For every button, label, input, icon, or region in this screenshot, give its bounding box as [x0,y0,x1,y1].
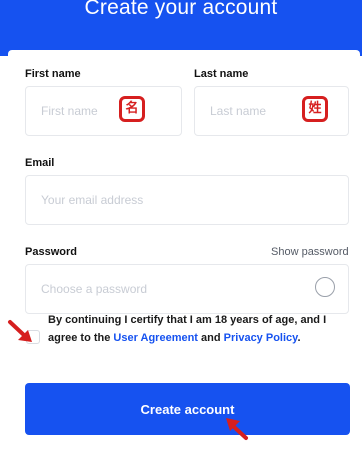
password-visibility-toggle[interactable] [315,277,335,297]
annotation-arrow-button-icon [226,418,248,440]
show-password-button[interactable]: Show password [271,246,349,258]
password-label: Password [25,246,77,258]
terms-text-period: . [297,332,301,344]
password-placeholder: Choose a password [41,282,148,296]
page-title: Create your account [84,0,278,19]
email-placeholder: Your email address [41,193,144,207]
create-account-button-label: Create account [140,401,235,417]
terms-text-and: and [197,332,224,344]
first-name-label: First name [25,68,81,80]
last-name-annotation-badge: 姓 [302,96,328,122]
annotation-arrow-checkbox-icon [8,320,32,342]
password-input[interactable]: Choose a password [25,264,349,314]
first-name-annotation-badge: 名 [119,96,145,122]
last-name-label: Last name [194,68,249,80]
user-agreement-link[interactable]: User Agreement [113,332,198,344]
email-input[interactable]: Your email address [25,175,349,225]
first-name-input[interactable]: First name [25,86,182,136]
email-label: Email [25,157,55,169]
page-header: Create your account [0,0,362,56]
terms-text: By continuing I certify that I am 18 yea… [48,311,354,347]
privacy-policy-link[interactable]: Privacy Policy [224,332,298,344]
create-account-button[interactable]: Create account [25,383,350,435]
first-name-placeholder: First name [41,104,98,118]
last-name-placeholder: Last name [210,104,267,118]
